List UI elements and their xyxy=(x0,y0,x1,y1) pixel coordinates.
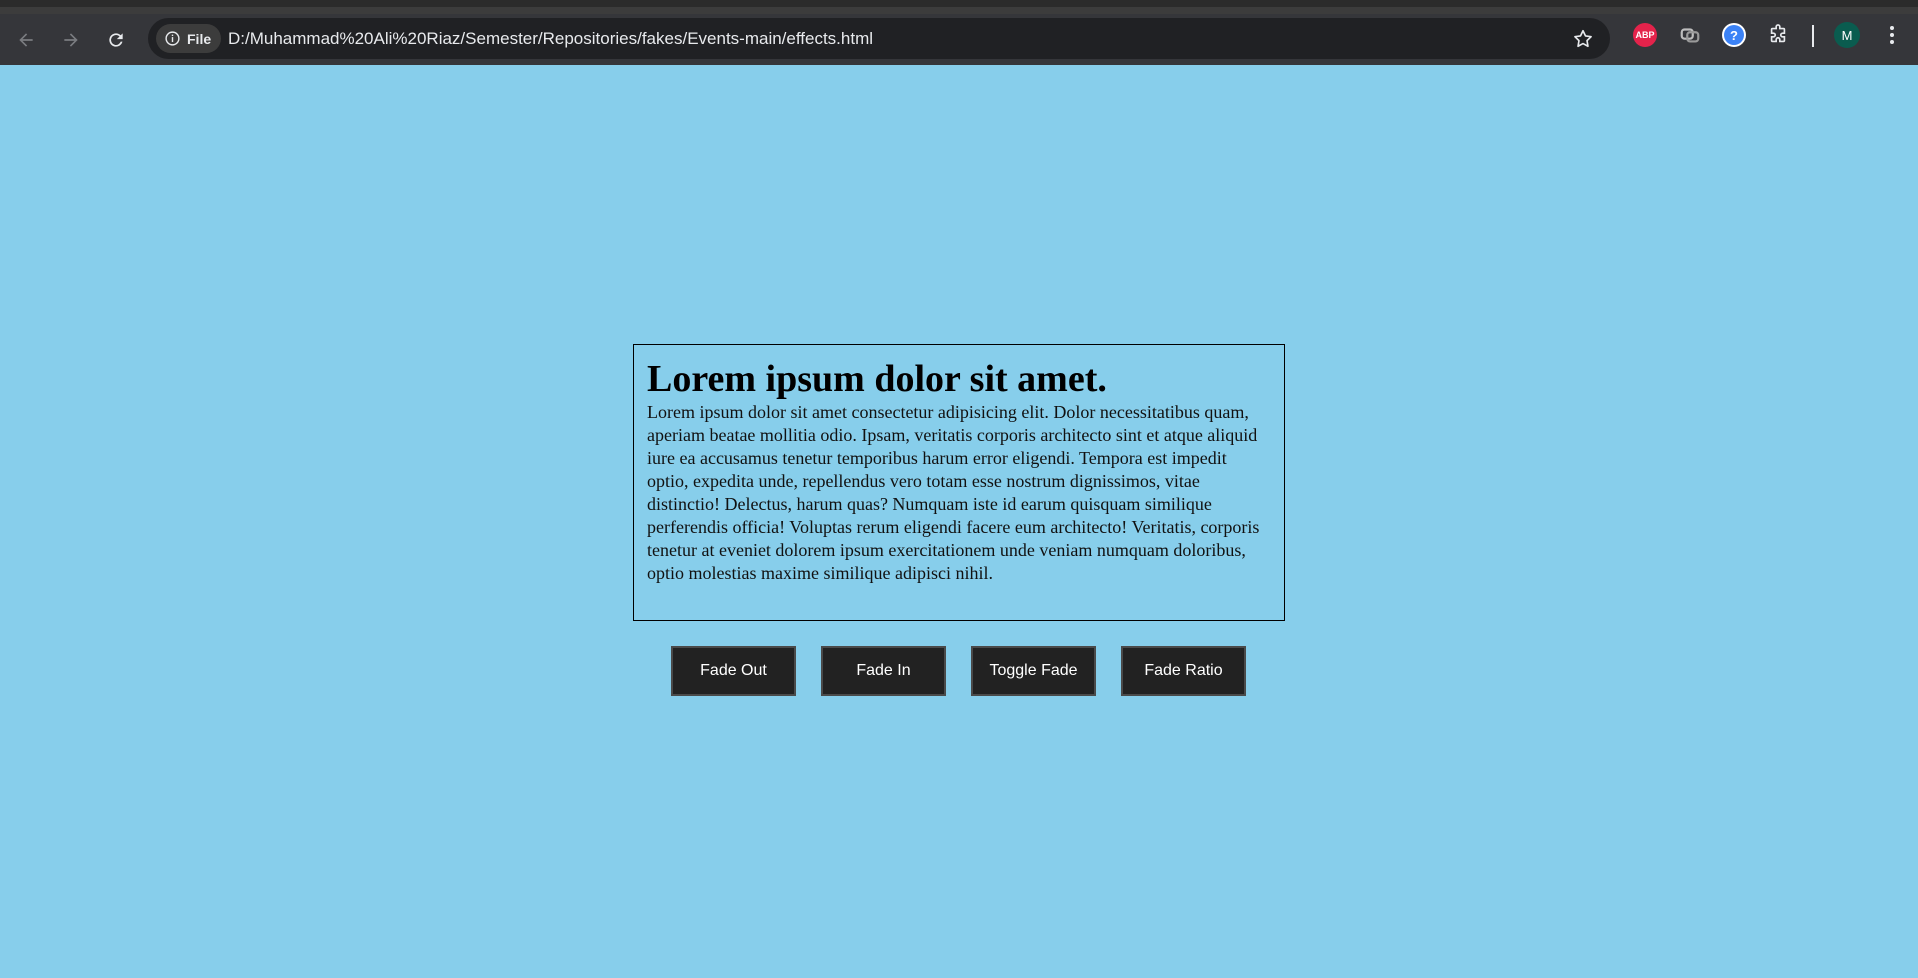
profile-avatar[interactable]: M xyxy=(1834,22,1860,48)
arrow-right-icon xyxy=(64,33,78,47)
site-info-chip[interactable]: File xyxy=(156,24,222,53)
url-text[interactable]: D:/Muhammad%20Ali%20Riaz/Semester/Reposi… xyxy=(228,18,873,59)
puzzle-icon xyxy=(1770,24,1786,43)
forward-button[interactable] xyxy=(54,23,88,57)
kebab-menu-icon[interactable] xyxy=(1880,23,1904,47)
adblock-label: ABP xyxy=(1635,30,1655,40)
info-icon xyxy=(165,31,180,46)
browser-toolbar-inner: File D:/Muhammad%20Ali%20Riaz/Semester/R… xyxy=(0,14,1918,65)
content-paragraph: Lorem ipsum dolor sit amet consectetur a… xyxy=(647,402,1260,583)
back-button[interactable] xyxy=(9,23,43,57)
question-mark-icon: ? xyxy=(1724,25,1744,45)
reload-icon xyxy=(109,33,123,47)
content-heading: Lorem ipsum dolor sit amet. xyxy=(647,358,1107,400)
address-bar[interactable]: File D:/Muhammad%20Ali%20Riaz/Semester/R… xyxy=(148,18,1610,59)
fade-ratio-button[interactable]: Fade Ratio xyxy=(1121,646,1246,696)
adblock-extension-icon[interactable]: ABP xyxy=(1633,23,1657,47)
toolbar-divider xyxy=(1812,25,1814,47)
link-icon xyxy=(1680,28,1700,43)
fade-in-button[interactable]: Fade In xyxy=(821,646,946,696)
bookmark-star-icon[interactable] xyxy=(1572,28,1594,50)
link-extension-icon[interactable] xyxy=(1678,23,1702,47)
arrow-left-icon xyxy=(19,33,33,47)
extensions-button[interactable] xyxy=(1766,23,1790,47)
effect-buttons: Fade Out Fade In Toggle Fade Fade Ratio xyxy=(671,646,1246,696)
browser-toolbar: File D:/Muhammad%20Ali%20Riaz/Semester/R… xyxy=(0,0,1918,65)
toggle-fade-button[interactable]: Toggle Fade xyxy=(971,646,1096,696)
reload-button[interactable] xyxy=(99,23,133,57)
fade-out-button[interactable]: Fade Out xyxy=(671,646,796,696)
content-box: Lorem ipsum dolor sit amet. Lorem ipsum … xyxy=(633,344,1285,621)
site-info-label: File xyxy=(187,30,212,47)
help-extension-icon[interactable]: ? xyxy=(1722,23,1746,47)
